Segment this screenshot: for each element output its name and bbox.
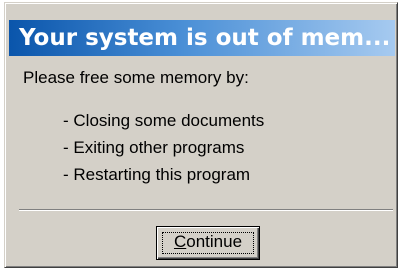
suggestion-item: - Exiting other programs xyxy=(63,138,245,157)
suggestion-item: - Closing some documents xyxy=(63,111,265,130)
separator-line xyxy=(19,209,393,211)
dialog-title: Your system is out of mem... xyxy=(19,25,391,51)
dialog-title-bar: Your system is out of mem... xyxy=(9,20,395,56)
continue-button-label: Continue xyxy=(174,232,242,251)
accelerator-key: C xyxy=(173,232,187,251)
out-of-memory-dialog: Your system is out of mem... Please free… xyxy=(4,2,398,268)
continue-label-rest: ontinue xyxy=(186,232,243,251)
dialog-message: Please free some memory by: xyxy=(23,68,249,87)
suggestion-item: - Restarting this program xyxy=(63,165,251,184)
continue-button[interactable]: Continue xyxy=(156,226,260,260)
suggestion-list: - Closing some documents - Exiting other… xyxy=(63,107,264,188)
